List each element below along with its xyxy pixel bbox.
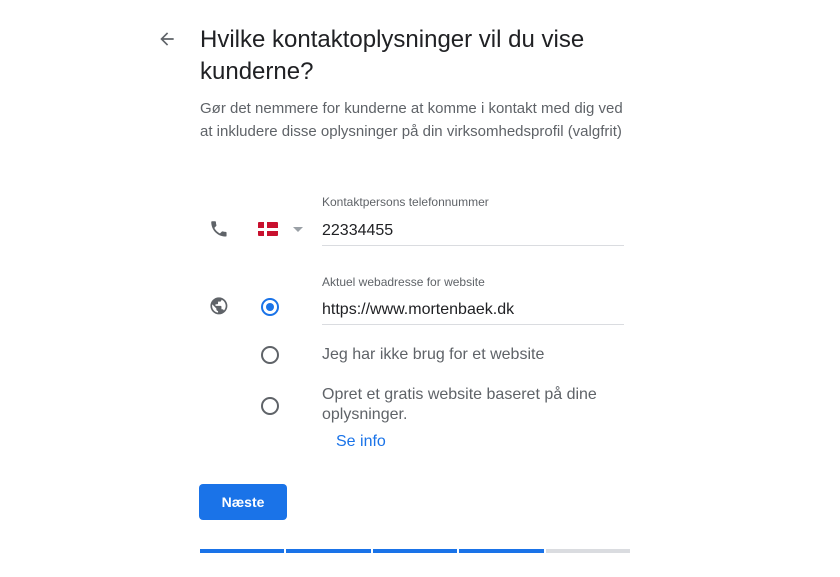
phone-underline [322, 245, 624, 246]
phone-input[interactable] [322, 220, 624, 242]
option-no-website-label[interactable]: Jeg har ikke brug for et website [322, 345, 544, 365]
back-button[interactable] [152, 24, 182, 54]
radio-no-website[interactable] [261, 346, 279, 364]
radio-create-free-website[interactable] [261, 397, 279, 415]
radio-website-url[interactable] [261, 298, 279, 316]
phone-label: Kontaktpersons telefonnummer [322, 195, 489, 209]
globe-icon [207, 294, 231, 318]
arrow-back-icon [160, 32, 174, 46]
progress-step-4 [459, 549, 544, 553]
option-create-website-label[interactable]: Opret et gratis website baseret på dine … [322, 385, 622, 425]
dropdown-caret-icon [293, 226, 303, 232]
page-subtitle: Gør det nemmere for kunderne at komme i … [200, 100, 623, 140]
radio-selected-dot [266, 303, 274, 311]
phone-icon [207, 217, 231, 241]
progress-step-3 [372, 549, 458, 553]
progress-step-5 [545, 549, 631, 553]
denmark-flag-icon [258, 222, 278, 236]
progress-step-1 [200, 549, 285, 553]
website-input[interactable] [322, 299, 624, 321]
page-title: Hvilke kontaktoplysninger vil du vise ku… [200, 26, 585, 85]
progress-step-2 [286, 549, 371, 553]
see-info-link[interactable]: Se info [336, 433, 386, 451]
website-underline [322, 324, 624, 325]
website-label: Aktuel webadresse for website [322, 275, 485, 289]
progress-bar [200, 549, 631, 553]
phone-field: Kontaktpersons telefonnummer [322, 195, 624, 246]
next-button[interactable]: Næste [199, 484, 287, 520]
country-code-select[interactable] [258, 217, 308, 241]
website-field: Aktuel webadresse for website [322, 275, 624, 325]
